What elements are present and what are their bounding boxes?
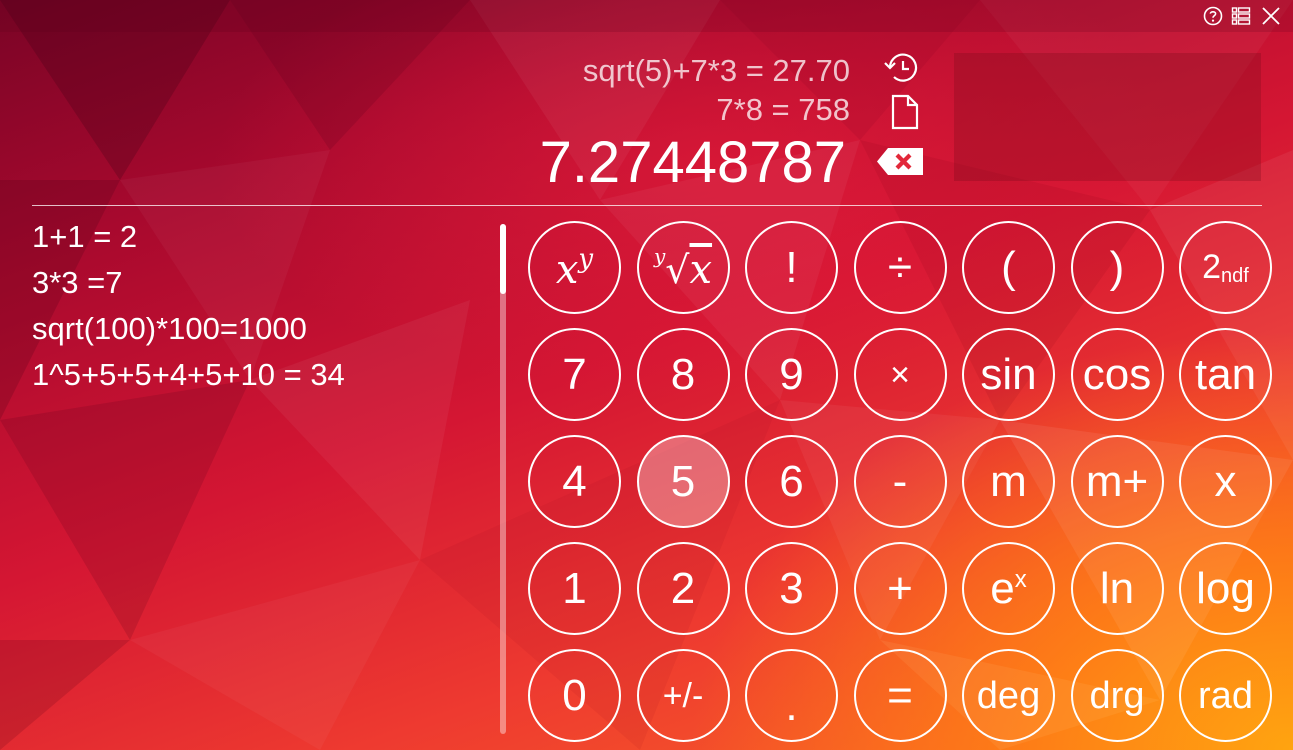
sign-toggle-button[interactable]: +/- [636,649,730,742]
sin-button[interactable]: sin [962,328,1055,421]
open-paren-button[interactable]: ( [962,221,1055,314]
note-line[interactable]: 3*3 =7 [32,260,345,306]
rad-button[interactable]: rad [1179,649,1272,742]
digit-0-button[interactable]: 0 [528,649,621,742]
plus-button[interactable]: + [853,542,947,635]
drg-button[interactable]: drg [1070,649,1164,742]
nth-root-button[interactable]: y√x [636,221,730,314]
close-paren-button[interactable]: ) [1070,221,1164,314]
note-line[interactable]: 1^5+5+5+4+5+10 = 34 [32,352,345,398]
digit-6-button[interactable]: 6 [745,435,838,528]
divide-button[interactable]: ÷ [853,221,947,314]
digit-3-button[interactable]: 3 [745,542,838,635]
digit-8-button[interactable]: 8 [636,328,730,421]
document-icon[interactable] [891,94,919,130]
memory-add-button[interactable]: m+ [1070,435,1164,528]
digit-7-button[interactable]: 7 [528,328,621,421]
backspace-icon[interactable] [876,147,925,176]
notes-scrollbar-track[interactable] [500,224,506,734]
multiply-button[interactable]: × [853,328,947,421]
history-line-2: 7*8 = 758 [716,92,850,127]
deg-button[interactable]: deg [962,649,1055,742]
close-icon[interactable] [1261,6,1281,26]
memory-button[interactable]: m [962,435,1055,528]
digit-4-button[interactable]: 4 [528,435,621,528]
decimal-point-button[interactable]: . [745,649,838,742]
power-button[interactable]: xy [528,221,621,314]
note-line[interactable]: 1+1 = 2 [32,214,345,260]
note-line[interactable]: sqrt(100)*100=1000 [32,306,345,352]
digit-1-button[interactable]: 1 [528,542,621,635]
title-bar [0,0,1293,32]
digit-5-button[interactable]: 5 [636,435,730,528]
notes-panel[interactable]: 1+1 = 2 3*3 =7 sqrt(100)*100=1000 1^5+5+… [32,214,345,398]
factorial-button[interactable]: ! [745,221,838,314]
equals-button[interactable]: = [853,649,947,742]
history-clock-icon[interactable] [884,52,922,86]
second-function-button[interactable]: 2ndf [1179,221,1272,314]
preview-panel [954,53,1261,181]
help-circle-icon[interactable] [1203,6,1223,26]
exponential-button[interactable]: ex [962,542,1055,635]
result-display: 7.27448787 [539,130,846,195]
display-divider [32,205,1262,206]
tan-button[interactable]: tan [1179,328,1272,421]
digit-2-button[interactable]: 2 [636,542,730,635]
history-line-1: sqrt(5)+7*3 = 27.70 [582,53,850,88]
minus-button[interactable]: - [853,435,947,528]
menu-list-icon[interactable] [1231,6,1251,26]
keypad: xy y√x ! ÷ ( ) 2ndf 7 8 9 × sin cos tan … [528,221,1272,743]
digit-9-button[interactable]: 9 [745,328,838,421]
log-button[interactable]: log [1179,542,1272,635]
notes-scrollbar-thumb[interactable] [500,224,506,294]
cos-button[interactable]: cos [1070,328,1164,421]
variable-x-button[interactable]: x [1179,435,1272,528]
ln-button[interactable]: ln [1070,542,1164,635]
